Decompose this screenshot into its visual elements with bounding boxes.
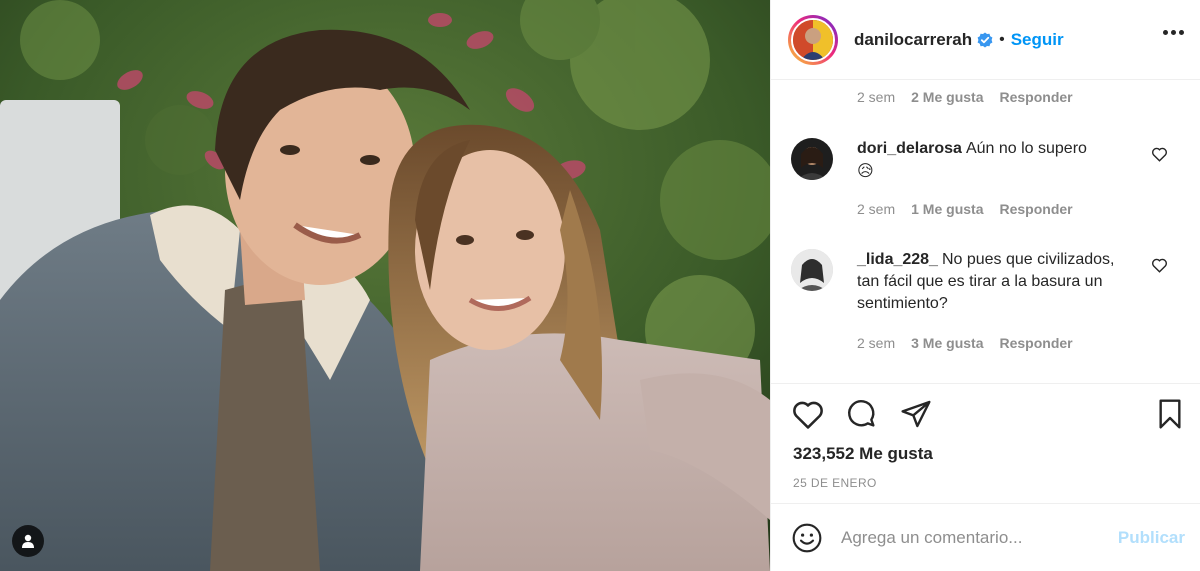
comment-icon[interactable] [845,398,879,435]
like-comment-heart-icon[interactable] [1151,146,1168,167]
comment-body: _lida_228_ No pues que civilizados, tan f… [857,249,1137,315]
comments-list[interactable]: 2 sem 2 Me gusta Responder dori_delarosa… [771,81,1200,383]
commenter-avatar[interactable] [791,138,833,180]
selfie-image [0,0,770,571]
comment-meta: 2 sem 1 Me gusta Responder [857,201,1073,217]
paper-plane-icon[interactable] [899,398,933,435]
author-avatar-image [793,19,833,60]
author-username[interactable]: danilocarrerah [854,30,972,50]
reply-button[interactable]: Responder [999,201,1072,217]
comment-time: 2 sem [857,89,896,105]
tag-user-button[interactable] [12,525,44,557]
likes-count[interactable]: 323,552 Me gusta [793,444,933,464]
heart-icon[interactable] [791,398,825,435]
commenter-username[interactable]: dori_delarosa [857,140,962,157]
post-side-panel: danilocarrerah • Seguir 2 sem 2 Me gusta… [770,0,1200,571]
person-tag-icon [22,534,34,548]
like-comment-heart-icon[interactable] [1151,257,1168,278]
smiley-icon[interactable] [791,522,823,554]
comment-likes[interactable]: 3 Me gusta [911,335,983,351]
comment-time: 2 sem [857,201,896,217]
post-photo[interactable] [0,0,770,571]
bookmark-icon[interactable] [1155,398,1185,435]
header-separator: • [999,30,1005,48]
more-options-icon[interactable] [1163,30,1184,35]
post-header: danilocarrerah • Seguir [771,0,1200,80]
comment-time: 2 sem [857,335,896,351]
comment-meta: 2 sem 3 Me gusta Responder [857,335,1073,351]
comment-composer: Publicar [771,503,1200,571]
verified-badge-icon [977,32,993,48]
commenter-avatar[interactable] [791,249,833,291]
post-date: 25 DE ENERO [793,476,877,490]
follow-button[interactable]: Seguir [1011,30,1064,50]
commenter-username[interactable]: _lida_228_ [857,251,938,268]
post-actions: 323,552 Me gusta 25 DE ENERO [771,383,1200,503]
comment-input[interactable] [841,527,1118,548]
comment-likes[interactable]: 2 Me gusta [911,89,983,105]
reply-button[interactable]: Responder [999,89,1072,105]
reply-button[interactable]: Responder [999,335,1072,351]
comment-body: dori_delarosa Aún no lo supero 😥 [857,138,1137,182]
comment-likes[interactable]: 1 Me gusta [911,201,983,217]
author-avatar[interactable] [788,14,838,65]
comment-text: Aún no lo supero [965,140,1087,157]
publish-button[interactable]: Publicar [1118,528,1185,548]
comment-meta: 2 sem 2 Me gusta Responder [857,89,1073,105]
comment-emoji: 😥 [857,161,874,180]
